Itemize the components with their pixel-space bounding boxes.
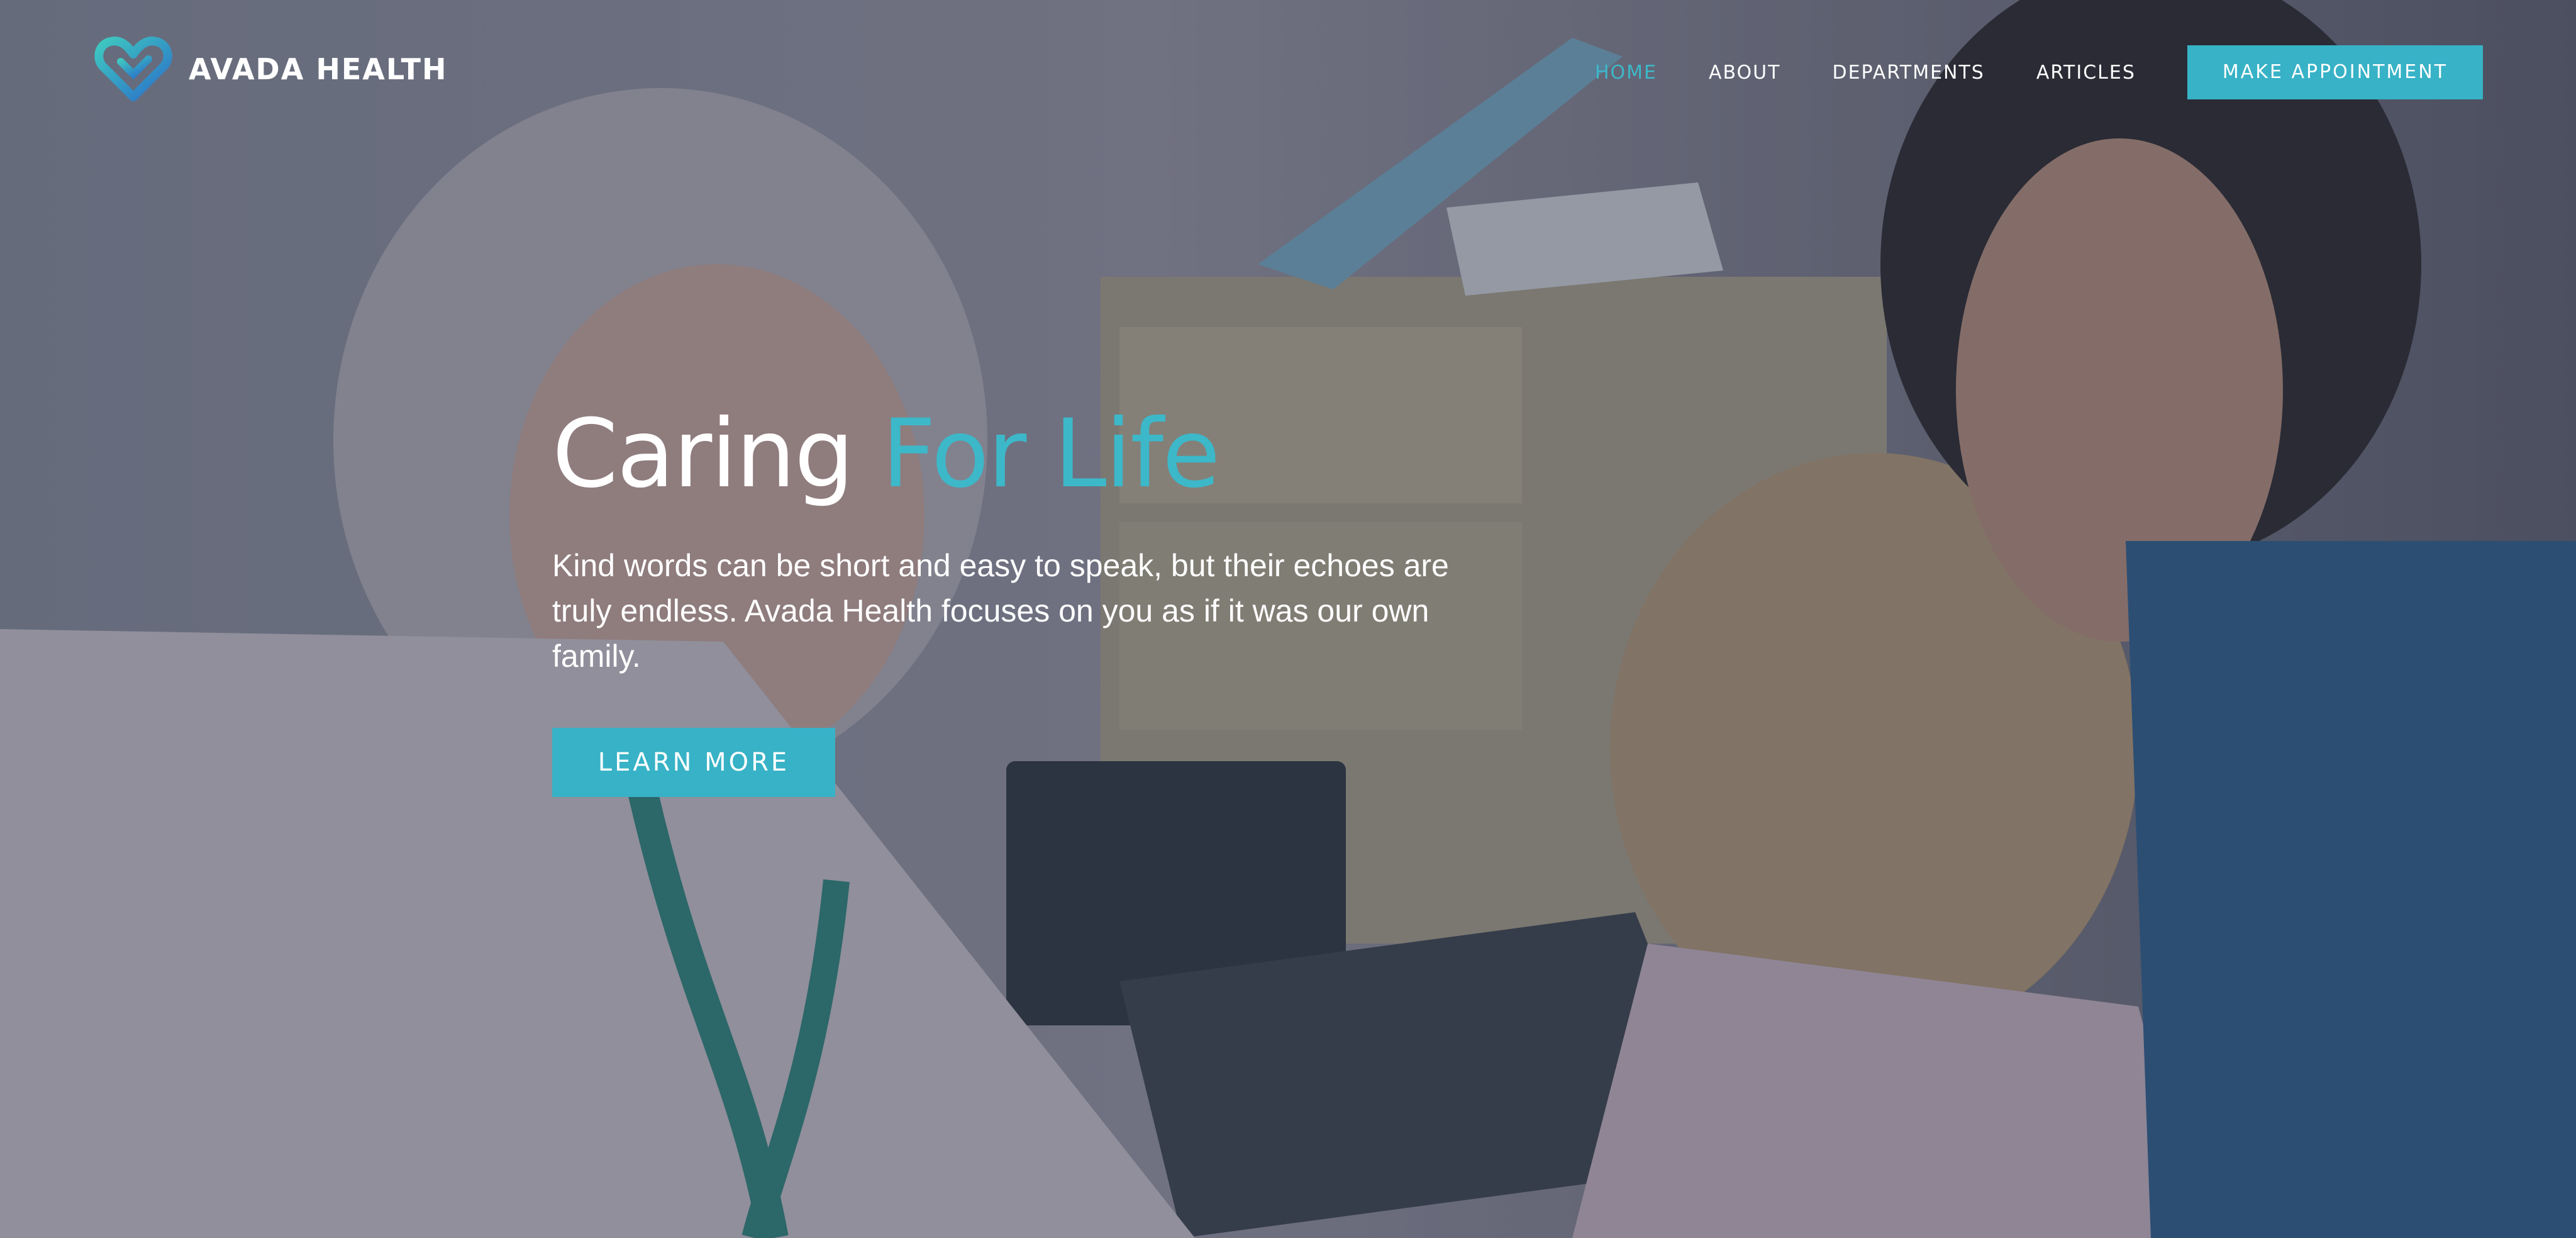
- nav-item-home[interactable]: HOME: [1595, 62, 1657, 84]
- site-logo[interactable]: AVADA HEALTH: [93, 36, 447, 102]
- main-nav: HOME ABOUT DEPARTMENTS ARTICLES MAKE APP…: [1595, 45, 2483, 99]
- learn-more-button[interactable]: LEARN MORE: [552, 728, 835, 797]
- hero-lead-text: Kind words can be short and easy to spea…: [552, 548, 1449, 674]
- headline-main: Caring: [552, 399, 854, 509]
- nav-item-articles[interactable]: ARTICLES: [2036, 62, 2136, 84]
- hero-section: AVADA HEALTH HOME ABOUT DEPARTMENTS ARTI…: [0, 0, 2576, 1238]
- make-appointment-button[interactable]: MAKE APPOINTMENT: [2187, 45, 2483, 99]
- nav-item-departments[interactable]: DEPARTMENTS: [1832, 62, 1984, 84]
- hero-copy: Caring For Life Kind words can be short …: [552, 403, 1496, 797]
- hero-headline: Caring For Life: [552, 403, 1496, 506]
- nav-item-about[interactable]: ABOUT: [1709, 62, 1780, 84]
- heart-logo-icon: [94, 36, 172, 101]
- brand-name: AVADA HEALTH: [189, 52, 448, 86]
- headline-accent: For Life: [881, 399, 1220, 509]
